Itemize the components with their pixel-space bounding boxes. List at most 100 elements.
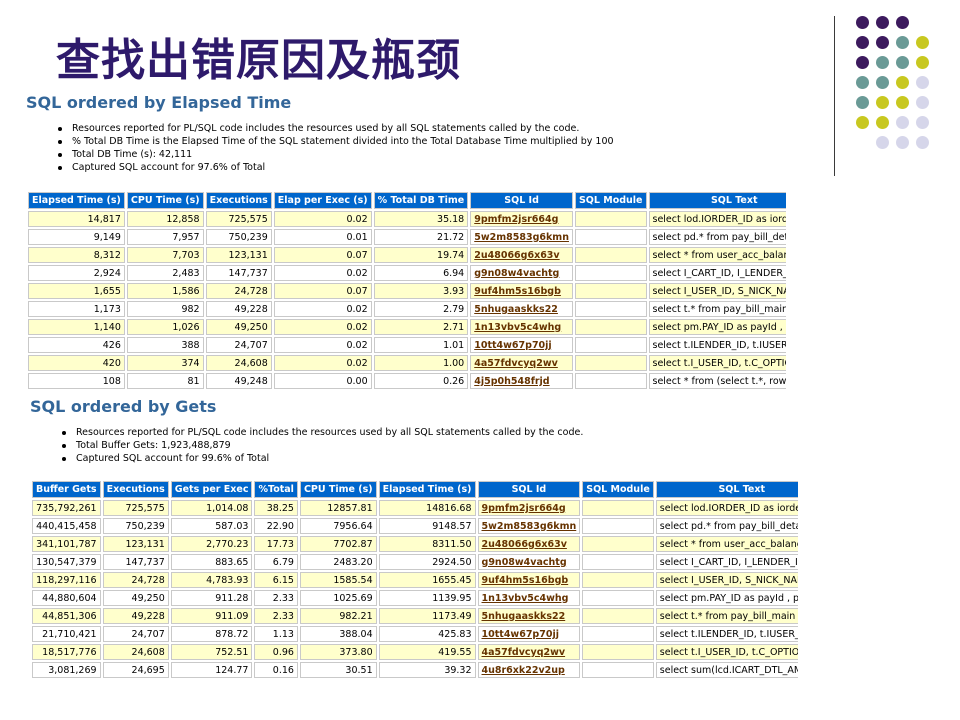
metric-cell: 0.02: [273, 337, 372, 353]
metric-cell: 2.33: [254, 590, 298, 606]
metric-cell: 735,792,261: [32, 500, 101, 516]
sql-id-link[interactable]: 4j5p0h548frjd: [474, 376, 549, 387]
sql-module-cell: [582, 608, 654, 624]
sql-module-cell: [582, 554, 654, 570]
sql-id-link[interactable]: 1n13vbv5c4whg: [474, 322, 561, 333]
metric-cell: 1.13: [254, 626, 298, 642]
decorative-dot: [856, 56, 869, 69]
metric-cell: 750,239: [102, 518, 169, 534]
decorative-dot: [856, 36, 869, 49]
sql-id-link[interactable]: 1n13vbv5c4whg: [482, 593, 569, 604]
sql-id-link[interactable]: 9uf4hm5s16bgb: [474, 286, 561, 297]
column-header: Gets per Exec: [170, 481, 253, 498]
metric-cell: 130,547,379: [32, 554, 101, 570]
sql-id-link[interactable]: 5w2m8583g6kmn: [482, 521, 577, 532]
metric-cell: 0.02: [273, 319, 372, 335]
metric-cell: 108: [28, 373, 125, 389]
table-row: 118,297,116 24,728 4,783.93 6.15 1585.54 1655…: [32, 572, 798, 588]
sql-id-link[interactable]: 5w2m8583g6kmn: [474, 232, 569, 243]
table-row: 341,101,787 123,131 2,770.23 17.73 7702.87 83…: [32, 536, 798, 552]
table-header-row: Buffer Gets Executions Gets per Exec %Total…: [32, 481, 798, 498]
sql-id-link[interactable]: 5nhugaaskks22: [474, 304, 558, 315]
sql-id-link[interactable]: 4a57fdvcyq2wv: [474, 358, 558, 369]
table-row: 18,517,776 24,608 752.51 0.96 373.80 419.55 4a…: [32, 644, 798, 660]
metric-cell: 0.01: [273, 229, 372, 245]
column-header: SQL Text: [655, 481, 798, 498]
metric-cell: 30.51: [299, 662, 377, 678]
sql-module-cell: [574, 229, 647, 245]
table-row: 14,817 12,858 725,575 0.02 35.18 9pmfm2jsr664…: [28, 211, 786, 227]
decorative-dot: [876, 76, 889, 89]
metric-cell: 440,415,458: [32, 518, 101, 534]
sql-id-link[interactable]: 2u48066g6x63v: [482, 539, 567, 550]
metric-cell: 123,131: [205, 247, 272, 263]
sql-id-link[interactable]: 9pmfm2jsr664g: [482, 503, 566, 514]
decorative-dot: [896, 76, 909, 89]
sql-id-link[interactable]: 9uf4hm5s16bgb: [482, 575, 569, 586]
sql-id-cell: 10tt4w67p70jj: [470, 337, 573, 353]
sql-id-link[interactable]: 10tt4w67p70jj: [474, 340, 551, 351]
divider-line: [834, 16, 835, 176]
sql-module-cell: [582, 590, 654, 606]
column-header: Elap per Exec (s): [273, 192, 372, 209]
decorative-dot: [916, 36, 929, 49]
table-row: 1,140 1,026 49,250 0.02 2.71 1n13vbv5c4whg sel…: [28, 319, 786, 335]
metric-cell: 49,250: [102, 590, 169, 606]
metric-cell: 19.74: [373, 247, 469, 263]
metric-cell: 0.07: [273, 247, 372, 263]
metric-cell: 0.02: [273, 301, 372, 317]
sql-module-cell: [574, 373, 647, 389]
metric-cell: 1025.69: [299, 590, 377, 606]
sql-id-link[interactable]: 5nhugaaskks22: [482, 611, 566, 622]
sql-id-link[interactable]: 4u8r6xk22v2up: [482, 665, 565, 676]
metric-cell: 7,957: [126, 229, 204, 245]
sql-id-cell: 4a57fdvcyq2wv: [470, 355, 573, 371]
report-note: Captured SQL account for 99.6% of Total: [62, 452, 798, 465]
sql-text-cell: select t.* from pay_bill_main ...: [655, 608, 798, 624]
table-row: 735,792,261 725,575 1,014.08 38.25 12857.81 1…: [32, 500, 798, 516]
report-note: Total DB Time (s): 42,111: [58, 148, 786, 161]
sql-id-cell: 5nhugaaskks22: [470, 301, 573, 317]
column-header: Executions: [102, 481, 169, 498]
sql-text-cell: select I_CART_ID, I_LENDER_ID,...: [648, 265, 786, 281]
table-row: 9,149 7,957 750,239 0.01 21.72 5w2m8583g6kmn s…: [28, 229, 786, 245]
decorative-dot: [856, 116, 869, 129]
metric-cell: 0.07: [273, 283, 372, 299]
sql-id-link[interactable]: g9n08w4vachtg: [474, 268, 559, 279]
sql-id-link[interactable]: 2u48066g6x63v: [474, 250, 559, 261]
sql-module-cell: [574, 301, 647, 317]
sql-text-cell: select t.I_USER_ID, t.C_OPTION...: [648, 355, 786, 371]
column-header: %Total: [254, 481, 298, 498]
metric-cell: 388.04: [299, 626, 377, 642]
sql-id-link[interactable]: 4a57fdvcyq2wv: [482, 647, 566, 658]
metric-cell: 49,228: [102, 608, 169, 624]
sql-text-cell: select * from user_acc_balance...: [655, 536, 798, 552]
decorative-dot: [876, 16, 889, 29]
metric-cell: 388: [126, 337, 204, 353]
sql-id-link[interactable]: 10tt4w67p70jj: [482, 629, 559, 640]
metric-cell: 1,173: [28, 301, 125, 317]
report-note: Total Buffer Gets: 1,923,488,879: [62, 439, 798, 452]
metric-cell: 2483.20: [299, 554, 377, 570]
report-notes-gets: Resources reported for PL/SQL code inclu…: [62, 426, 798, 465]
metric-cell: 341,101,787: [32, 536, 101, 552]
metric-cell: 1,655: [28, 283, 125, 299]
metric-cell: 1,026: [126, 319, 204, 335]
decorative-dot: [876, 36, 889, 49]
slide-title: 查找出错原因及瓶颈: [56, 35, 461, 86]
metric-cell: 587.03: [170, 518, 253, 534]
column-header: SQL Text: [648, 192, 786, 209]
decorative-dot: [916, 76, 929, 89]
metric-cell: 1,140: [28, 319, 125, 335]
column-header: SQL Id: [477, 481, 581, 498]
metric-cell: 750,239: [205, 229, 272, 245]
sql-id-link[interactable]: 9pmfm2jsr664g: [474, 214, 558, 225]
sql-id-link[interactable]: g9n08w4vachtg: [482, 557, 567, 568]
decorative-dot: [896, 16, 909, 29]
sql-module-cell: [582, 536, 654, 552]
metric-cell: 24,695: [102, 662, 169, 678]
sql-text-cell: select t.ILENDER_ID, t.IUSER_I...: [648, 337, 786, 353]
metric-cell: 81: [126, 373, 204, 389]
metric-cell: 7956.64: [299, 518, 377, 534]
metric-cell: 2.71: [373, 319, 469, 335]
